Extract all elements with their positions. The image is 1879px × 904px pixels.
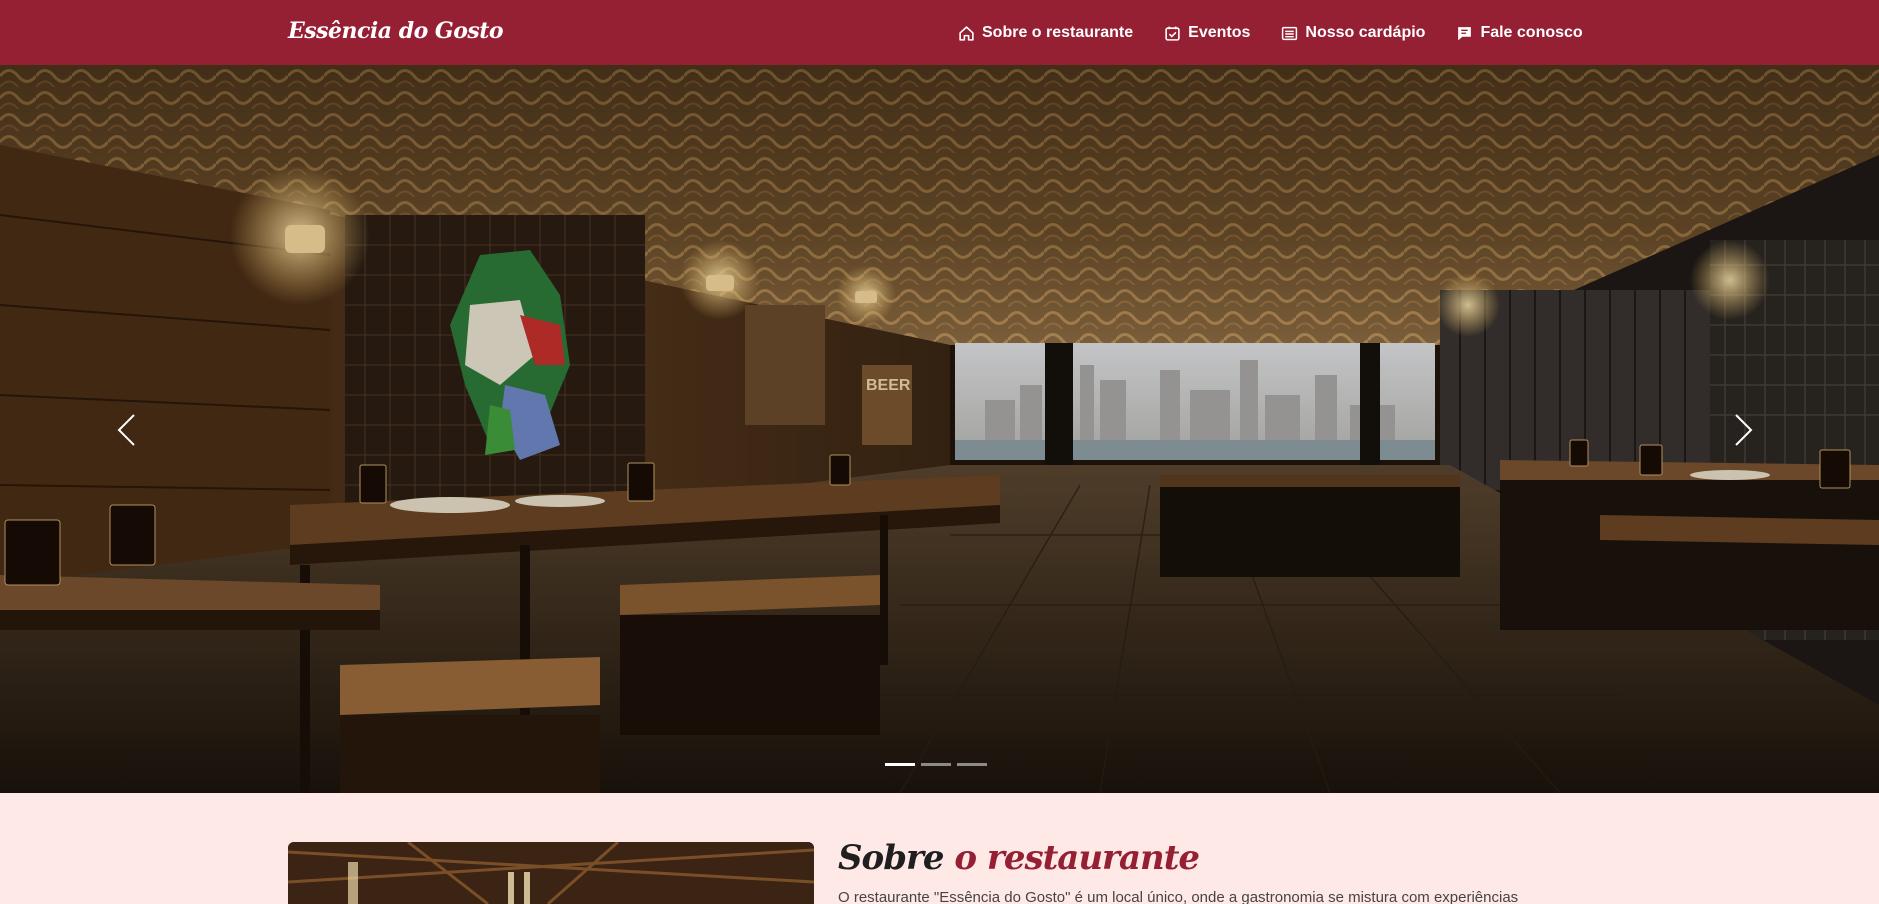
calendar-check-icon (1165, 26, 1180, 41)
nav-item-label: Eventos (1188, 24, 1251, 41)
nav-links: Sobre o restaurante Eventos Nosso cardáp… (958, 24, 1583, 42)
hero-carousel: BEER (0, 65, 1879, 793)
carousel-indicators (885, 763, 993, 766)
chevron-right-icon (1735, 414, 1753, 446)
nav-item-cardapio[interactable]: Nosso cardápio (1281, 24, 1425, 42)
about-restaurant-image (288, 842, 814, 904)
about-image-art (288, 842, 814, 904)
restaurant-interior-image: BEER (0, 65, 1879, 793)
nav-item-sobre[interactable]: Sobre o restaurante (958, 24, 1133, 42)
nav-item-label: Sobre o restaurante (982, 24, 1134, 41)
navbar: Essência do Gosto Sobre o restaurante Ev… (0, 0, 1879, 65)
nav-item-eventos[interactable]: Eventos (1164, 24, 1250, 42)
chat-icon (1458, 26, 1472, 40)
brand-logo[interactable]: Essência do Gosto (288, 18, 504, 44)
carousel-indicator-3[interactable] (957, 763, 987, 766)
home-icon (959, 25, 974, 41)
nav-item-label: Fale conosco (1480, 24, 1583, 41)
nav-item-contato[interactable]: Fale conosco (1456, 24, 1583, 42)
about-title-plain: Sobre (838, 838, 945, 878)
carousel-prev-button[interactable] (96, 395, 156, 465)
carousel-indicator-2[interactable] (921, 763, 951, 766)
nav-item-label: Nosso cardápio (1305, 24, 1426, 41)
about-title: Sobre o restaurante (838, 838, 1200, 878)
menu-list-icon (1282, 26, 1298, 40)
chevron-left-icon (117, 414, 135, 446)
about-title-accent: o restaurante (943, 838, 1200, 878)
carousel-indicator-1[interactable] (885, 763, 915, 766)
about-description: O restaurante "Essência do Gosto" é um l… (838, 889, 1519, 904)
carousel-next-button[interactable] (1714, 395, 1774, 465)
